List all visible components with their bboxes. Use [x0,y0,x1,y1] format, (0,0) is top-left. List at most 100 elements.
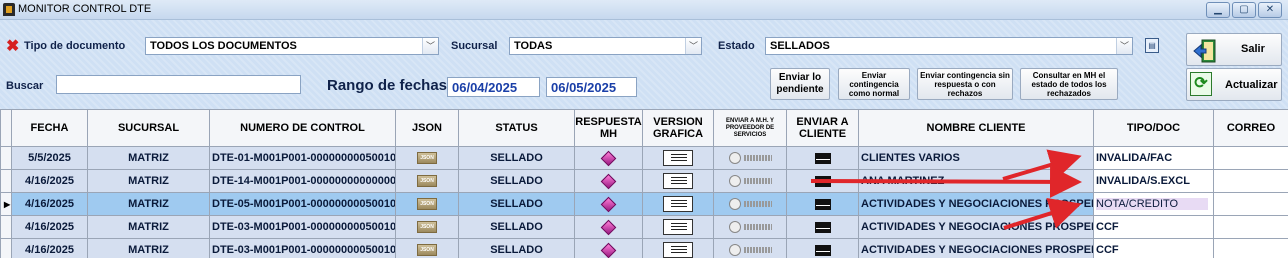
col-enviar-mh[interactable]: ENVIAR A M.H. Y PROVEEDOR DE SERVICIOS [713,109,787,147]
col-sucursal[interactable]: SUCURSAL [87,109,210,147]
col-respuesta-mh[interactable]: RESPUESTA MH [574,109,643,147]
cell-respuesta-mh[interactable] [574,192,643,216]
json-file-icon[interactable]: JSON [417,244,437,257]
cell-numero-control[interactable]: DTE-01-M001P001-000000000500105 [209,146,396,170]
table-row[interactable]: 4/16/2025 MATRIZ DTE-03-M001P001-000000000… [0,215,1288,239]
respuesta-mh-icon[interactable] [600,196,617,212]
close-window-button[interactable]: ✕ [1258,2,1282,18]
col-enviar-cliente[interactable]: ENVIAR A CLIENTE [786,109,859,147]
cell-tipo-doc[interactable]: NOTA/CREDITO [1093,192,1214,216]
cell-correo[interactable] [1213,146,1288,170]
cell-enviar-cliente[interactable] [786,146,859,170]
chevron-down-icon[interactable]: ﹀ [1116,38,1132,54]
document-print-icon[interactable] [663,150,693,166]
cell-respuesta-mh[interactable] [574,215,643,239]
salir-button[interactable]: Salir [1186,33,1282,66]
cell-enviar-mh[interactable] [713,146,787,170]
cell-status[interactable]: SELLADO [458,169,575,193]
envelope-icon[interactable] [814,152,831,164]
cell-enviar-cliente[interactable] [786,215,859,239]
cell-enviar-cliente[interactable] [786,192,859,216]
ministerio-hacienda-icon[interactable] [728,221,772,234]
chevron-down-icon[interactable]: ﹀ [422,38,438,54]
cell-json[interactable]: JSON [395,169,459,193]
cell-fecha[interactable]: 4/16/2025 [11,169,88,193]
envelope-icon[interactable] [814,175,831,187]
cell-sucursal[interactable]: MATRIZ [87,169,210,193]
table-row[interactable]: 4/16/2025 MATRIZ DTE-14-M001P001-000000000… [0,169,1288,193]
cell-json[interactable]: JSON [395,215,459,239]
cell-respuesta-mh[interactable] [574,238,643,258]
cell-nombre-cliente[interactable]: ACTIVIDADES Y NEGOCIACIONES PROSPERAS S [858,215,1094,239]
cell-nombre-cliente[interactable]: ANA MARTINEZ [858,169,1094,193]
estado-select[interactable]: SELLADOS ﹀ [765,37,1133,55]
ministerio-hacienda-icon[interactable] [728,175,772,188]
sucursal-select[interactable]: TODAS ﹀ [509,37,702,55]
fecha-hasta-input[interactable]: 06/05/2025 [546,77,637,97]
chevron-down-icon[interactable]: ﹀ [685,38,701,54]
json-file-icon[interactable]: JSON [417,221,437,234]
respuesta-mh-icon[interactable] [600,219,617,235]
cell-numero-control[interactable]: DTE-03-M001P001-000000000500101 [209,238,396,258]
cell-numero-control[interactable]: DTE-14-M001P001-000000000000001 [209,169,396,193]
envelope-icon[interactable] [814,198,831,210]
cell-version-grafica[interactable] [642,215,714,239]
cell-fecha[interactable]: 4/16/2025 [11,238,88,258]
enviar-contingencia-rechazos-button[interactable]: Enviar contingencia sin respuesta o con … [917,68,1013,100]
json-file-icon[interactable]: JSON [417,175,437,188]
cell-numero-control[interactable]: DTE-05-M001P001-000000000500101 [209,192,396,216]
enviar-pendiente-button[interactable]: Enviar lo pendiente [770,68,830,100]
enviar-contingencia-button[interactable]: Enviar contingencia como normal [838,68,910,100]
cell-version-grafica[interactable] [642,238,714,258]
cell-json[interactable]: JSON [395,192,459,216]
cell-sucursal[interactable]: MATRIZ [87,146,210,170]
cell-status[interactable]: SELLADO [458,192,575,216]
cell-nombre-cliente[interactable]: ACTIVIDADES Y NEGOCIACIONES PROSPERAS S [858,192,1094,216]
cell-version-grafica[interactable] [642,169,714,193]
table-row[interactable]: 5/5/2025 MATRIZ DTE-01-M001P001-0000000005… [0,146,1288,170]
col-json[interactable]: JSON [395,109,459,147]
cell-correo[interactable] [1213,215,1288,239]
cell-json[interactable]: JSON [395,238,459,258]
cell-tipo-doc[interactable]: INVALIDA/FAC [1093,146,1214,170]
table-row[interactable]: ▶ 4/16/2025 MATRIZ DTE-05-M001P001-00000000… [0,192,1288,216]
cell-version-grafica[interactable] [642,192,714,216]
cell-enviar-mh[interactable] [713,215,787,239]
document-print-icon[interactable] [663,173,693,189]
cell-status[interactable]: SELLADO [458,238,575,258]
maximize-button[interactable]: ▢ [1232,2,1256,18]
respuesta-mh-icon[interactable] [600,150,617,166]
cell-enviar-cliente[interactable] [786,238,859,258]
tipo-documento-select[interactable]: TODOS LOS DOCUMENTOS ﹀ [145,37,439,55]
cell-enviar-mh[interactable] [713,169,787,193]
minimize-button[interactable]: ▁ [1206,2,1230,18]
buscar-input[interactable] [56,75,301,94]
envelope-icon[interactable] [814,244,831,256]
col-status[interactable]: STATUS [458,109,575,147]
cell-tipo-doc[interactable]: CCF [1093,238,1214,258]
export-icon[interactable]: ▤ [1145,38,1159,53]
ministerio-hacienda-icon[interactable] [728,198,772,211]
cell-enviar-cliente[interactable] [786,169,859,193]
col-numero-control[interactable]: NUMERO DE CONTROL [209,109,396,147]
col-correo[interactable]: CORREO [1213,109,1288,147]
ministerio-hacienda-icon[interactable] [728,244,772,257]
cell-fecha[interactable]: 4/16/2025 [11,215,88,239]
cell-enviar-mh[interactable] [713,238,787,258]
col-tipo-doc[interactable]: TIPO/DOC [1093,109,1214,147]
cell-status[interactable]: SELLADO [458,215,575,239]
cell-correo[interactable] [1213,238,1288,258]
cell-sucursal[interactable]: MATRIZ [87,192,210,216]
cell-fecha[interactable]: 4/16/2025 [11,192,88,216]
respuesta-mh-icon[interactable] [600,242,617,258]
col-fecha[interactable]: FECHA [11,109,88,147]
cell-numero-control[interactable]: DTE-03-M001P001-000000000500102 [209,215,396,239]
cell-sucursal[interactable]: MATRIZ [87,238,210,258]
cell-correo[interactable] [1213,192,1288,216]
col-version-grafica[interactable]: VERSION GRAFICA [642,109,714,147]
cell-json[interactable]: JSON [395,146,459,170]
cell-nombre-cliente[interactable]: ACTIVIDADES Y NEGOCIACIONES PROSPERAS S [858,238,1094,258]
row-indicator[interactable]: ▶ [0,192,12,216]
json-file-icon[interactable]: JSON [417,152,437,165]
document-print-icon[interactable] [663,242,693,258]
